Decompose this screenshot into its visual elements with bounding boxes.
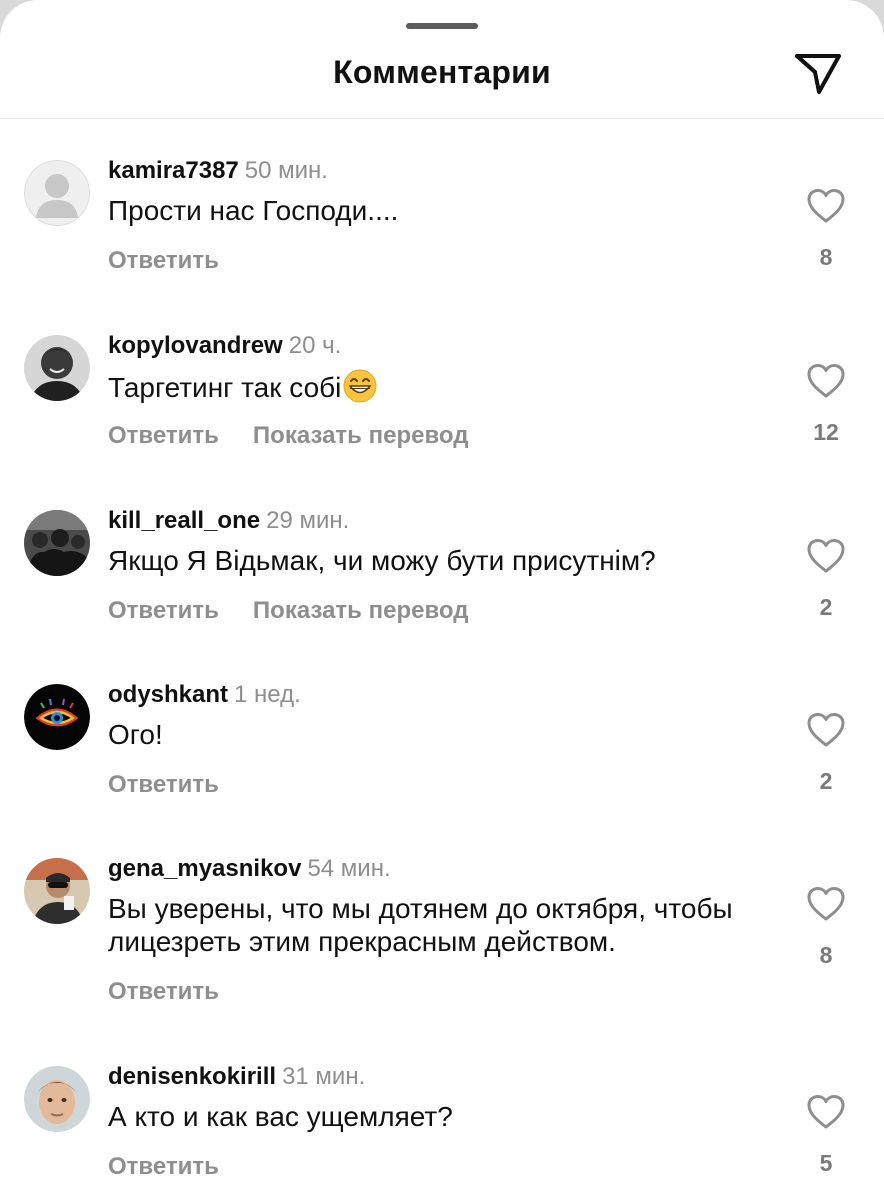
sheet-header: Комментарии <box>0 0 884 119</box>
username[interactable]: kopylovandrew <box>108 332 283 359</box>
comment-actions: Ответить Показать перевод <box>108 597 468 625</box>
timestamp: 54 мин. <box>307 855 391 882</box>
username[interactable]: gena_myasnikov <box>108 855 301 882</box>
avatar[interactable] <box>24 160 90 226</box>
timestamp: 29 мин. <box>266 507 350 534</box>
comment-text-content: Таргетинг так собі <box>108 372 342 403</box>
avatar[interactable] <box>24 335 90 401</box>
comment-meta: kamira7387 50 мин. <box>108 156 328 186</box>
comment-meta: kopylovandrew 20 ч. <box>108 331 341 361</box>
heart-icon <box>807 1095 845 1129</box>
like-button[interactable] <box>806 886 846 922</box>
comment-text: Ого! <box>108 719 163 750</box>
comment-actions: Ответить <box>108 771 219 799</box>
reply-button[interactable]: Ответить <box>108 978 219 1005</box>
like-count: 2 <box>819 594 833 620</box>
comment-meta: gena_myasnikov 54 мин. <box>108 854 391 884</box>
comment-item: denisenkokirill 31 мин. А кто и как вас у… <box>0 1062 884 1200</box>
comment-actions: Ответить Показать перевод <box>108 422 468 450</box>
username[interactable]: odyshkant <box>108 681 228 708</box>
user-photo-icon <box>24 858 90 924</box>
comment-item: kopylovandrew 20 ч. Таргетинг так собі От… <box>0 331 884 501</box>
timestamp: 20 ч. <box>288 332 342 359</box>
timestamp: 31 мин. <box>282 1063 366 1090</box>
like-count: 5 <box>819 1150 833 1176</box>
like-count: 2 <box>819 768 833 794</box>
like-count: 8 <box>819 244 833 270</box>
username[interactable]: kamira7387 <box>108 157 239 184</box>
reply-button[interactable]: Ответить <box>108 1153 219 1180</box>
username[interactable]: kill_reall_one <box>108 507 260 534</box>
username[interactable]: denisenkokirill <box>108 1063 276 1090</box>
reply-button[interactable]: Ответить <box>108 422 219 449</box>
comment-text: Прости нас Господи.... <box>108 195 399 226</box>
comment-item: kill_reall_one 29 мин. Якщо Я Відьмак, чи… <box>0 506 884 676</box>
like-button[interactable] <box>806 712 846 748</box>
timestamp: 50 мин. <box>244 157 328 184</box>
comment-item: odyshkant 1 нед. Ого! Ответить 2 <box>0 680 884 850</box>
timestamp: 1 нед. <box>234 681 301 708</box>
page-title: Комментарии <box>333 54 551 90</box>
reply-button[interactable]: Ответить <box>108 771 219 798</box>
comment-actions: Ответить <box>108 247 219 275</box>
comment-meta: denisenkokirill 31 мин. <box>108 1062 365 1092</box>
like-button[interactable] <box>806 363 846 399</box>
like-count: 8 <box>819 942 833 968</box>
avatar[interactable] <box>24 684 90 750</box>
reply-button[interactable]: Ответить <box>108 247 219 274</box>
avatar[interactable] <box>24 510 90 576</box>
heart-icon <box>807 189 845 223</box>
comment-item: kamira7387 50 мин. Прости нас Господи....… <box>0 156 884 326</box>
heart-icon <box>807 713 845 747</box>
like-count: 12 <box>813 419 839 445</box>
comment-text: Якщо Я Відьмак, чи можу бути присутнім? <box>108 545 656 576</box>
like-button[interactable] <box>806 538 846 574</box>
reply-button[interactable]: Ответить <box>108 597 219 624</box>
comment-meta: kill_reall_one 29 мин. <box>108 506 349 536</box>
heart-icon <box>807 364 845 398</box>
show-translation-button[interactable]: Показать перевод <box>253 597 469 624</box>
like-button[interactable] <box>806 188 846 224</box>
avatar[interactable] <box>24 858 90 924</box>
comment-meta: odyshkant 1 нед. <box>108 680 301 710</box>
comment-item: gena_myasnikov 54 мин. Вы уверены, что мы… <box>0 854 884 1024</box>
user-photo-icon <box>24 335 90 401</box>
heart-icon <box>807 887 845 921</box>
user-photo-icon <box>24 1066 90 1132</box>
comment-text: А кто и как вас ущемляет? <box>108 1101 453 1132</box>
rainbow-eye-icon <box>24 684 90 750</box>
like-button[interactable] <box>806 1094 846 1130</box>
drag-handle[interactable] <box>406 23 478 29</box>
paper-plane-icon <box>795 54 841 94</box>
heart-icon <box>807 539 845 573</box>
comments-sheet: Комментарии kamira7387 50 мин. Прости нас… <box>0 0 884 1200</box>
user-photo-icon <box>24 510 90 576</box>
avatar[interactable] <box>24 1066 90 1132</box>
show-translation-button[interactable]: Показать перевод <box>253 422 469 449</box>
share-button[interactable] <box>793 50 843 98</box>
grinning-face-icon <box>343 369 377 403</box>
comment-actions: Ответить <box>108 978 219 1006</box>
comment-actions: Ответить <box>108 1153 219 1181</box>
default-avatar-icon <box>24 160 90 226</box>
comment-text: Таргетинг так собі <box>108 369 788 404</box>
comment-text: Вы уверены, что мы дотянем до октября, ч… <box>108 893 733 957</box>
